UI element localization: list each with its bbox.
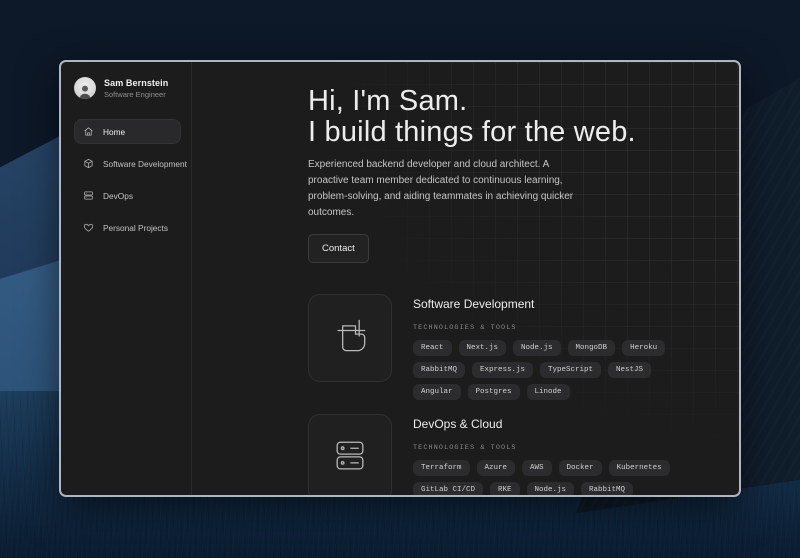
avatar (74, 77, 96, 99)
sidebar-item-label: DevOps (103, 191, 133, 201)
code-blocks-icon (328, 314, 372, 363)
tech-tag-typescript: TypeScript (540, 362, 601, 378)
tech-tag-express-js: Express.js (472, 362, 533, 378)
sidebar-nav: Home Software Development DevOps Persona… (74, 119, 181, 240)
contact-button[interactable]: Contact (308, 234, 369, 263)
hero-heading-line1: Hi, I'm Sam. (308, 85, 467, 117)
sidebar-item-software-development[interactable]: Software Development (74, 151, 181, 176)
tech-tag-postgres: Postgres (468, 384, 520, 400)
person-photo-icon (77, 83, 93, 99)
tech-tag-nestjs: NestJS (608, 362, 651, 378)
section-icon-card (308, 294, 392, 382)
tech-tag-heroku: Heroku (622, 340, 665, 356)
tech-tag-rabbitmq: RabbitMQ (581, 482, 633, 497)
section-title: Software Development (413, 297, 665, 311)
hero-heading: Hi, I'm Sam. I build things for the web. (308, 86, 739, 148)
tag-row: Angular Postgres Linode (413, 384, 665, 400)
package-icon (83, 158, 94, 169)
sidebar-item-label: Home (103, 127, 125, 137)
tech-tag-next-js: Next.js (459, 340, 507, 356)
tech-tag-angular: Angular (413, 384, 461, 400)
heart-icon (83, 222, 94, 233)
tech-tag-terraform: Terraform (413, 460, 470, 476)
profile: Sam Bernstein Software Engineer (74, 77, 181, 99)
tools-label: TECHNOLOGIES & TOOLS (413, 444, 670, 452)
tech-tag-gitlab-ci-cd: GitLab CI/CD (413, 482, 483, 497)
server-stack-icon (328, 434, 372, 483)
tech-tag-node-js: Node.js (513, 340, 561, 356)
server-icon (83, 190, 94, 201)
sidebar: Sam Bernstein Software Engineer Home Sof… (61, 62, 192, 495)
section-devops-cloud: DevOps & Cloud TECHNOLOGIES & TOOLS Terr… (308, 414, 739, 497)
section-software-development: Software Development TECHNOLOGIES & TOOL… (308, 294, 739, 400)
hero-heading-line2: I build things for the web. (308, 116, 636, 148)
tech-tag-kubernetes: Kubernetes (609, 460, 670, 476)
skill-sections: Software Development TECHNOLOGIES & TOOL… (308, 294, 739, 497)
tag-row: GitLab CI/CD RKE Node.js RabbitMQ (413, 482, 670, 497)
portfolio-window: Sam Bernstein Software Engineer Home Sof… (59, 60, 741, 497)
tag-rows: Terraform Azure AWS Docker Kubernetes GitLab … (413, 460, 670, 497)
tech-tag-mongodb: MongoDB (568, 340, 616, 356)
tag-row: Terraform Azure AWS Docker Kubernetes (413, 460, 670, 476)
tech-tag-aws: AWS (522, 460, 552, 476)
tech-tag-docker: Docker (559, 460, 602, 476)
tag-rows: React Next.js Node.js MongoDB Heroku RabbitMQ… (413, 340, 665, 400)
sidebar-item-label: Software Development (103, 159, 187, 169)
profile-name: Sam Bernstein (104, 78, 168, 88)
tag-row: React Next.js Node.js MongoDB Heroku (413, 340, 665, 356)
tag-row: RabbitMQ Express.js TypeScript NestJS (413, 362, 665, 378)
tech-tag-azure: Azure (477, 460, 516, 476)
tools-label: TECHNOLOGIES & TOOLS (413, 324, 665, 332)
tech-tag-rke: RKE (490, 482, 520, 497)
profile-role: Software Engineer (104, 90, 168, 99)
section-body: Software Development TECHNOLOGIES & TOOL… (413, 294, 665, 400)
tech-tag-react: React (413, 340, 452, 356)
profile-text: Sam Bernstein Software Engineer (104, 78, 168, 99)
sidebar-item-personal-projects[interactable]: Personal Projects (74, 215, 181, 240)
tech-tag-node-js: Node.js (527, 482, 575, 497)
section-title: DevOps & Cloud (413, 417, 670, 431)
home-icon (83, 126, 94, 137)
sidebar-item-devops[interactable]: DevOps (74, 183, 181, 208)
section-icon-card (308, 414, 392, 497)
hero-description: Experienced backend developer and cloud … (308, 157, 582, 221)
sidebar-item-home[interactable]: Home (74, 119, 181, 144)
tech-tag-linode: Linode (527, 384, 570, 400)
tech-tag-rabbitmq: RabbitMQ (413, 362, 465, 378)
sidebar-item-label: Personal Projects (103, 223, 168, 233)
main-content: Hi, I'm Sam. I build things for the web.… (192, 62, 739, 495)
section-body: DevOps & Cloud TECHNOLOGIES & TOOLS Terr… (413, 414, 670, 497)
